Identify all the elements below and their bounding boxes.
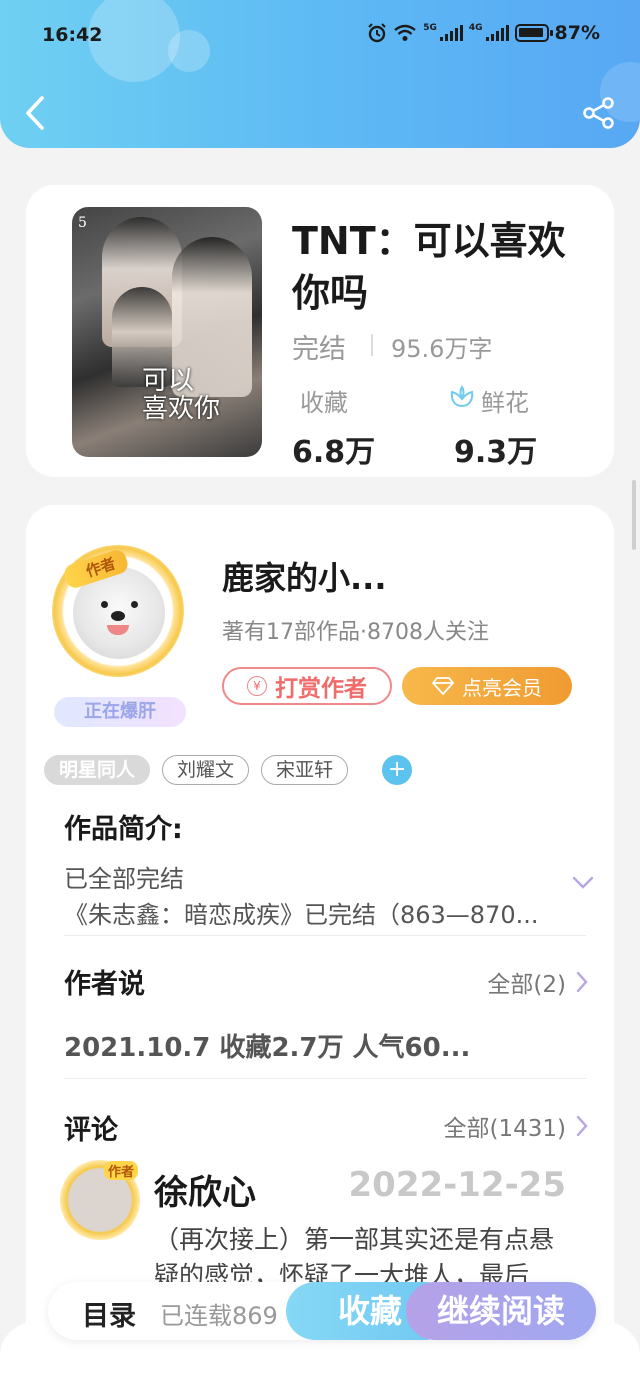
author-name[interactable]: 鹿家的小... bbox=[222, 553, 386, 599]
tag-item[interactable]: 明星同人 bbox=[44, 755, 151, 785]
favorites-label: 收藏 bbox=[300, 389, 348, 417]
chevron-right-icon bbox=[576, 971, 588, 993]
add-tag-icon[interactable]: + bbox=[382, 755, 413, 785]
toc-button[interactable]: 目录 bbox=[82, 1294, 136, 1333]
wifi-icon bbox=[394, 24, 416, 41]
author-says-title: 作者说 bbox=[64, 969, 145, 1000]
avatar-mouth bbox=[107, 625, 129, 635]
book-cover[interactable]: 5 可以 喜欢你 bbox=[72, 207, 262, 457]
cover-title: 可以 喜欢你 bbox=[142, 366, 221, 424]
tip-author-button[interactable]: ¥ 打赏作者 bbox=[222, 667, 392, 705]
flowers-value: 9.3万 bbox=[454, 435, 538, 470]
tip-author-label: 打赏作者 bbox=[275, 676, 367, 702]
divider bbox=[64, 1078, 586, 1079]
detail-card: 作者 正在爆肝 鹿家的小... 著有17部作品·8708人关注 ¥ 打赏作者 点… bbox=[26, 505, 614, 1387]
signal-icon bbox=[485, 25, 509, 41]
cover-number: 5 bbox=[78, 215, 87, 231]
network-label-5g: 5G bbox=[423, 23, 437, 33]
commenter-name[interactable]: 徐欣心 bbox=[154, 1165, 256, 1214]
vip-button[interactable]: 点亮会员 bbox=[402, 667, 572, 705]
scrollbar[interactable] bbox=[632, 480, 636, 550]
bottom-action-bar: 目录 已连载869 收藏 继续阅读 bbox=[48, 1282, 596, 1340]
intro-line: 《朱志鑫：暗恋成疾》已完结（863—870... bbox=[64, 901, 539, 929]
signal-icon bbox=[439, 25, 463, 41]
yen-icon: ¥ bbox=[247, 676, 267, 696]
vip-label: 点亮会员 bbox=[462, 675, 542, 700]
book-title: TNT：可以喜欢你吗 bbox=[292, 219, 566, 315]
book-word-count: 95.6万字 bbox=[391, 335, 493, 363]
back-icon[interactable] bbox=[20, 94, 50, 132]
divider bbox=[64, 935, 586, 936]
chevron-right-icon bbox=[576, 1115, 588, 1137]
serial-status: 已连载869 bbox=[160, 1302, 278, 1330]
comments-more[interactable]: 全部(1431) bbox=[444, 1109, 588, 1143]
avatar-nose bbox=[111, 611, 125, 621]
continue-reading-button[interactable]: 继续阅读 bbox=[406, 1282, 596, 1340]
author-meta: 著有17部作品·8708人关注 bbox=[222, 620, 489, 645]
battery-icon bbox=[514, 24, 553, 42]
commenter-author-badge: 作者 bbox=[104, 1161, 139, 1180]
favorites-value: 6.8万 bbox=[292, 435, 376, 470]
intro-title: 作品简介: bbox=[64, 814, 183, 845]
status-icons: 5G 4G 87% bbox=[367, 22, 600, 44]
comments-more-label: 全部(1431) bbox=[443, 1116, 566, 1142]
tag-item[interactable]: 宋亚轩 bbox=[261, 755, 349, 785]
author-says-more[interactable]: 全部(2) bbox=[487, 965, 588, 999]
chevron-down-icon[interactable] bbox=[571, 875, 595, 891]
share-icon[interactable] bbox=[582, 96, 616, 130]
book-status: 完结 bbox=[292, 334, 346, 365]
author-says-more-label: 全部(2) bbox=[487, 972, 566, 998]
avatar-eye bbox=[101, 601, 108, 608]
flower-icon bbox=[450, 385, 474, 408]
book-info-card: 5 可以 喜欢你 TNT：可以喜欢你吗 完结 95.6万字 收藏 6.8万 鲜花 … bbox=[26, 185, 614, 477]
avatar-eye bbox=[131, 601, 138, 608]
diamond-icon bbox=[432, 677, 454, 695]
comments-title: 评论 bbox=[64, 1115, 118, 1146]
status-time: 16:42 bbox=[42, 24, 103, 46]
hot-writing-badge: 正在爆肝 bbox=[54, 697, 186, 727]
battery-percent: 87% bbox=[554, 22, 600, 44]
author-says-content[interactable]: 2021.10.7 收藏2.7万 人气60... bbox=[64, 1027, 484, 1064]
network-label-4g: 4G bbox=[468, 23, 483, 33]
status-bar: 16:42 5G 4G 87% bbox=[0, 18, 640, 52]
alarm-icon bbox=[368, 23, 386, 43]
divider bbox=[371, 334, 373, 356]
intro-line: 已全部完结 bbox=[64, 865, 184, 893]
comment-date: 2022-12-25 bbox=[348, 1165, 566, 1205]
flowers-label: 鲜花 bbox=[481, 389, 529, 417]
header: 16:42 5G 4G 87% bbox=[0, 0, 640, 148]
tag-item[interactable]: 刘耀文 bbox=[162, 755, 250, 785]
tag-list: 明星同人 刘耀文 宋亚轩 + bbox=[44, 755, 413, 785]
